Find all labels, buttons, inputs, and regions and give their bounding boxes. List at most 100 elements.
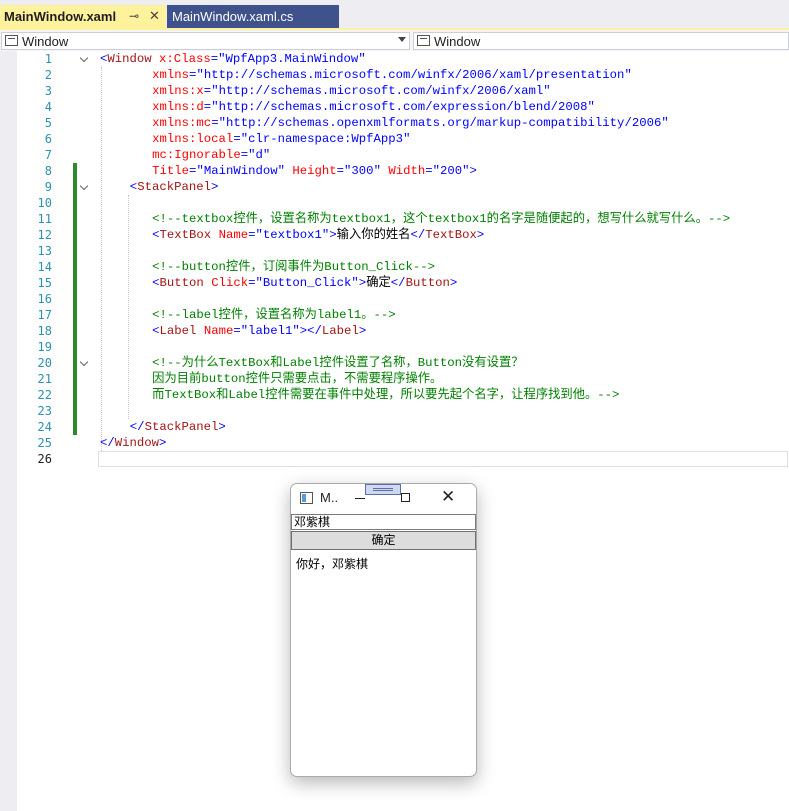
code-token: Button xyxy=(405,276,450,290)
confirm-button[interactable]: 确定 xyxy=(291,531,476,550)
navigation-bar: Window Window xyxy=(0,28,789,51)
code-token: TextBox xyxy=(159,228,212,242)
code-token: Label xyxy=(321,324,359,338)
code-token: 输入你的姓名 xyxy=(336,228,411,242)
code-token: xmlns xyxy=(152,68,190,82)
scope-dropdown-left[interactable]: Window xyxy=(1,32,410,50)
tab-mainwindow-xaml-cs[interactable]: MainWindow.xaml.cs xyxy=(167,5,339,28)
code-text: <TextBox Name="textbox1">输入你的姓名</TextBox… xyxy=(152,227,484,243)
code-token: Window xyxy=(114,436,160,450)
close-tab-icon[interactable]: ✕ xyxy=(149,8,160,24)
code-line[interactable]: 1 <Window x:Class="WpfApp3.MainWindow" xyxy=(0,51,789,67)
code-token: Label xyxy=(159,324,197,338)
code-line[interactable]: 24 </StackPanel> xyxy=(0,419,789,435)
code-token: x:Class xyxy=(151,52,211,66)
code-line[interactable]: 18 <Label Name="label1"></Label> xyxy=(0,323,789,339)
code-token: <!--label控件，设置名称为label1。--> xyxy=(152,308,396,322)
line-number: 24 xyxy=(37,420,52,434)
code-token: "Button_Click" xyxy=(255,276,359,290)
code-token: < xyxy=(152,276,160,290)
code-text: <!--为什么TextBox和Label控件设置了名称，Button没有设置？ xyxy=(152,355,523,371)
line-number: 12 xyxy=(37,228,52,242)
code-token: 而TextBox和Label控件需要在事件中处理，所以要先起个名字，让程序找到他… xyxy=(152,388,620,402)
chevron-down-icon xyxy=(398,37,406,42)
code-token: xmlns:d xyxy=(152,100,204,114)
running-app-window[interactable]: M.. ✕ 邓紫棋 确定 你好，邓紫棋 xyxy=(290,483,477,777)
line-number: 13 xyxy=(37,244,52,258)
debug-toolbar-grip-icon[interactable] xyxy=(365,484,401,495)
code-line[interactable]: 13 xyxy=(0,243,789,259)
code-text: <Window x:Class="WpfApp3.MainWindow" xyxy=(100,51,366,67)
close-icon[interactable]: ✕ xyxy=(441,487,455,507)
code-token: <!--textbox控件，设置名称为textbox1，这个textbox1的名… xyxy=(152,212,731,226)
code-line[interactable]: 25 </Window> xyxy=(0,435,789,451)
window-title: M.. xyxy=(320,490,339,505)
pin-icon[interactable]: ⊸ xyxy=(129,9,139,23)
code-line[interactable]: 4 xmlns:d="http://schemas.microsoft.com/e… xyxy=(0,99,789,115)
scope-label: Window xyxy=(434,34,481,49)
code-token: mc:Ignorable xyxy=(152,148,241,162)
code-text: <StackPanel> xyxy=(130,179,219,195)
code-line[interactable]: 6 xmlns:local="clr-namespace:WpfApp3" xyxy=(0,131,789,147)
code-line[interactable]: 5 xmlns:mc="http://schemas.openxmlformats… xyxy=(0,115,789,131)
code-token: 确定 xyxy=(366,276,391,290)
code-token: "d" xyxy=(248,148,271,162)
code-line[interactable]: 12 <TextBox Name="textbox1">输入你的姓名</TextB… xyxy=(0,227,789,243)
name-textbox[interactable]: 邓紫棋 xyxy=(291,514,476,530)
code-token: </ xyxy=(390,276,406,290)
code-token: = xyxy=(240,148,249,162)
code-token: </ xyxy=(410,228,426,242)
code-token: > xyxy=(159,436,167,450)
line-number: 14 xyxy=(37,260,52,274)
code-token: Height xyxy=(285,164,337,178)
code-text: xmlns="http://schemas.microsoft.com/winf… xyxy=(152,67,632,83)
line-number: 6 xyxy=(44,132,52,146)
code-token: = xyxy=(210,52,219,66)
code-token: </ xyxy=(129,420,145,434)
line-number: 11 xyxy=(37,212,52,226)
line-number: 3 xyxy=(44,84,52,98)
code-line[interactable]: 19 xyxy=(0,339,789,355)
code-line[interactable]: 11 <!--textbox控件，设置名称为textbox1，这个textbox1… xyxy=(0,211,789,227)
code-line[interactable]: 23 xyxy=(0,403,789,419)
maximize-icon[interactable] xyxy=(401,493,410,502)
code-line[interactable]: 20 <!--为什么TextBox和Label控件设置了名称，Button没有设置… xyxy=(0,355,789,371)
code-token: "clr-namespace:WpfApp3" xyxy=(240,132,411,146)
code-text: <Label Name="label1"></Label> xyxy=(152,323,366,339)
code-line[interactable]: 2 xmlns="http://schemas.microsoft.com/win… xyxy=(0,67,789,83)
code-line[interactable]: 8 Title="MainWindow" Height="300" Width="… xyxy=(0,163,789,179)
code-line[interactable]: 21 因为目前button控件只需要点击，不需要程序操作。 xyxy=(0,371,789,387)
code-line[interactable]: 9 <StackPanel> xyxy=(0,179,789,195)
code-text: xmlns:local="clr-namespace:WpfApp3" xyxy=(152,131,410,147)
code-line[interactable]: 10 xyxy=(0,195,789,211)
code-line[interactable]: 22 而TextBox和Label控件需要在事件中处理，所以要先起个名字，让程序找… xyxy=(0,387,789,403)
code-token: Name xyxy=(196,324,234,338)
code-token: > xyxy=(218,420,226,434)
code-line[interactable]: 17 <!--label控件，设置名称为label1。--> xyxy=(0,307,789,323)
code-text: 而TextBox和Label控件需要在事件中处理，所以要先起个名字，让程序找到他… xyxy=(152,387,619,403)
code-line[interactable]: 16 xyxy=(0,291,789,307)
code-text: xmlns:x="http://schemas.microsoft.com/wi… xyxy=(152,83,551,99)
code-token: Title xyxy=(152,164,190,178)
code-text: </Window> xyxy=(100,435,166,451)
code-line[interactable]: 3 xmlns:x="http://schemas.microsoft.com/w… xyxy=(0,83,789,99)
code-token: > xyxy=(449,276,458,290)
code-text: xmlns:d="http://schemas.microsoft.com/ex… xyxy=(152,99,595,115)
code-token: xmlns:mc xyxy=(152,116,212,130)
line-number: 5 xyxy=(44,116,52,130)
code-token: <!--为什么TextBox和Label控件设置了名称，Button没有设置？ xyxy=(152,356,524,370)
code-token: "http://schemas.microsoft.com/expression… xyxy=(211,100,595,114)
code-line[interactable]: 14 <!--button控件，订阅事件为Button_Click--> xyxy=(0,259,789,275)
code-line[interactable]: 15 <Button Click="Button_Click">确定</Butto… xyxy=(0,275,789,291)
code-line[interactable]: 7 mc:Ignorable="d" xyxy=(0,147,789,163)
code-token: "http://schemas.microsoft.com/winfx/2006… xyxy=(196,68,632,82)
code-line[interactable]: 26 xyxy=(0,451,789,467)
code-text: xmlns:mc="http://schemas.openxmlformats.… xyxy=(152,115,669,131)
tab-mainwindow-xaml[interactable]: MainWindow.xaml ⊸ ✕ xyxy=(0,5,166,28)
window-titlebar[interactable]: M.. ✕ xyxy=(291,484,476,514)
line-number: 7 xyxy=(44,148,52,162)
code-token: StackPanel xyxy=(137,180,211,194)
scope-dropdown-right[interactable]: Window xyxy=(413,32,789,50)
code-token: xmlns:local xyxy=(152,132,234,146)
minimize-icon[interactable] xyxy=(355,498,365,499)
